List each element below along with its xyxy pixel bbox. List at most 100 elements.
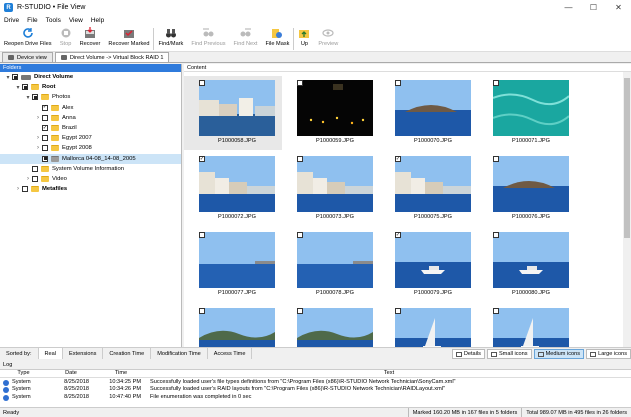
file-checkbox[interactable] bbox=[493, 308, 499, 314]
sort-modification-time-tab[interactable]: Modification Time bbox=[151, 348, 208, 359]
find-mark-button[interactable]: Find/Mark bbox=[154, 25, 187, 51]
folder-tree-item[interactable]: Mallorca 04-08_14-08_2005 bbox=[0, 153, 181, 164]
expander-chevron-icon[interactable]: › bbox=[34, 145, 42, 151]
expander-chevron-icon[interactable]: › bbox=[24, 176, 32, 182]
folder-tree-item[interactable]: System Volume Information bbox=[0, 164, 181, 174]
log-row[interactable]: System 8/25/2018 10:34:26 PM Successfull… bbox=[0, 386, 631, 394]
expander-chevron-icon[interactable]: ▾ bbox=[4, 74, 12, 81]
expander-chevron-icon[interactable]: ▾ bbox=[14, 84, 22, 91]
minimize-button[interactable]: — bbox=[556, 0, 581, 15]
maximize-button[interactable]: ☐ bbox=[581, 0, 606, 15]
folder-checkbox[interactable] bbox=[22, 186, 28, 193]
file-checkbox[interactable] bbox=[493, 156, 499, 162]
expander-chevron-icon[interactable]: ▾ bbox=[24, 94, 32, 101]
recover-button[interactable]: Recover bbox=[76, 25, 105, 51]
find-next-button[interactable]: Find Next bbox=[230, 25, 262, 51]
file-thumbnail[interactable]: ✓ P1000072.JPG bbox=[184, 152, 282, 226]
folder-checkbox[interactable] bbox=[12, 74, 18, 81]
expander-chevron-icon[interactable]: › bbox=[34, 115, 42, 121]
file-checkbox[interactable] bbox=[297, 308, 303, 314]
medium-icons-view-button[interactable]: Medium icons bbox=[533, 349, 585, 359]
file-checkbox[interactable] bbox=[297, 156, 303, 162]
folder-tree-item[interactable]: ✓ Alex bbox=[0, 103, 181, 113]
folder-tree-item[interactable]: › Egypt 2007 bbox=[0, 133, 181, 143]
folder-checkbox[interactable] bbox=[32, 94, 38, 101]
folder-tree-item[interactable]: ✓ Brazil bbox=[0, 123, 181, 133]
menu-drive[interactable]: Drive bbox=[4, 17, 19, 24]
menu-tools[interactable]: Tools bbox=[46, 17, 61, 24]
file-mask-button[interactable]: File Mask bbox=[261, 25, 293, 51]
folder-checkbox[interactable] bbox=[42, 135, 48, 142]
scroll-thumb[interactable] bbox=[624, 78, 630, 238]
file-thumbnail[interactable]: P1000073.JPG bbox=[282, 152, 380, 226]
file-thumbnail[interactable] bbox=[478, 304, 576, 347]
file-checkbox[interactable]: ✓ bbox=[199, 156, 205, 162]
file-thumbnail[interactable]: ✓ P1000079.JPG bbox=[380, 228, 478, 302]
menu-file[interactable]: File bbox=[27, 17, 37, 24]
reopen-drive-files-button[interactable]: Reopen Drive Files bbox=[0, 25, 56, 51]
expander-chevron-icon[interactable]: › bbox=[14, 186, 22, 192]
tab-direct-volume[interactable]: Direct Volume -> Virtual Block RAID 1 bbox=[54, 52, 170, 62]
file-checkbox[interactable] bbox=[199, 308, 205, 314]
file-thumbnail[interactable]: P1000080.JPG bbox=[478, 228, 576, 302]
tab-device-view[interactable]: Device view bbox=[2, 52, 53, 62]
folder-checkbox[interactable]: ✓ bbox=[42, 104, 48, 111]
file-thumbnail[interactable] bbox=[380, 304, 478, 347]
file-thumbnail[interactable]: P1000071.JPG bbox=[478, 76, 576, 150]
file-checkbox[interactable] bbox=[297, 80, 303, 86]
folder-checkbox[interactable] bbox=[42, 114, 48, 121]
log-column-text[interactable]: Text bbox=[147, 370, 631, 377]
folder-tree-item[interactable]: › Metafiles bbox=[0, 184, 181, 194]
log-row[interactable]: System 8/25/2018 10:34:25 PM Successfull… bbox=[0, 378, 631, 386]
file-thumbnail[interactable]: P1000070.JPG bbox=[380, 76, 478, 150]
folder-checkbox[interactable] bbox=[22, 84, 28, 91]
file-thumbnail[interactable]: P1000078.JPG bbox=[282, 228, 380, 302]
find-previous-button[interactable]: Find Previous bbox=[187, 25, 229, 51]
folder-checkbox[interactable]: ✓ bbox=[42, 125, 48, 132]
large-icons-view-button[interactable]: Large icons bbox=[586, 349, 631, 359]
file-thumbnail[interactable] bbox=[184, 304, 282, 347]
folder-tree-item[interactable]: › Video bbox=[0, 174, 181, 184]
folder-tree-item[interactable]: › Egypt 2008 bbox=[0, 143, 181, 153]
sort-extensions-tab[interactable]: Extensions bbox=[63, 348, 104, 359]
log-column-time[interactable]: Time bbox=[95, 370, 147, 377]
folder-checkbox[interactable] bbox=[42, 155, 48, 162]
log-row[interactable]: System 8/25/2018 10:47:40 PM File enumer… bbox=[0, 393, 631, 401]
file-thumbnail[interactable]: P1000077.JPG bbox=[184, 228, 282, 302]
file-checkbox[interactable] bbox=[297, 232, 303, 238]
small-icons-view-button[interactable]: Small icons bbox=[486, 349, 532, 359]
folder-checkbox[interactable] bbox=[32, 175, 38, 182]
folder-checkbox[interactable] bbox=[32, 165, 38, 172]
folder-tree-item[interactable]: › Anna bbox=[0, 113, 181, 123]
file-checkbox[interactable] bbox=[199, 80, 205, 86]
folder-tree-item[interactable]: ▾ Direct Volume bbox=[0, 72, 181, 82]
file-checkbox[interactable]: ✓ bbox=[395, 156, 401, 162]
file-thumbnail[interactable]: ✓ P1000075.JPG bbox=[380, 152, 478, 226]
file-thumbnail[interactable]: P1000058.JPG bbox=[184, 76, 282, 150]
stop-button[interactable]: Stop bbox=[56, 25, 76, 51]
file-checkbox[interactable] bbox=[395, 80, 401, 86]
folder-checkbox[interactable] bbox=[42, 145, 48, 152]
file-thumbnail[interactable] bbox=[282, 304, 380, 347]
file-checkbox[interactable] bbox=[493, 232, 499, 238]
sort-access-time-tab[interactable]: Access Time bbox=[208, 348, 253, 359]
file-checkbox[interactable] bbox=[199, 232, 205, 238]
menu-view[interactable]: View bbox=[69, 17, 83, 24]
sort-creation-time-tab[interactable]: Creation Time bbox=[103, 348, 152, 359]
menu-help[interactable]: Help bbox=[91, 17, 104, 24]
sort-real-tab[interactable]: Real bbox=[38, 348, 64, 359]
file-checkbox[interactable]: ✓ bbox=[395, 232, 401, 238]
file-thumbnail[interactable]: P1000059.JPG bbox=[282, 76, 380, 150]
log-column-type[interactable]: Type bbox=[0, 370, 47, 377]
folder-tree-item[interactable]: ▾ Root bbox=[0, 82, 181, 92]
recover-marked-button[interactable]: Recover Marked bbox=[104, 25, 153, 51]
expander-chevron-icon[interactable]: › bbox=[34, 135, 42, 141]
details-view-button[interactable]: Details bbox=[451, 349, 485, 359]
file-checkbox[interactable] bbox=[493, 80, 499, 86]
file-checkbox[interactable] bbox=[395, 308, 401, 314]
file-thumbnail[interactable]: P1000076.JPG bbox=[478, 152, 576, 226]
close-button[interactable]: ✕ bbox=[606, 0, 631, 15]
content-scrollbar[interactable] bbox=[623, 72, 631, 347]
log-column-date[interactable]: Date bbox=[47, 370, 95, 377]
preview-button[interactable]: Preview bbox=[314, 25, 342, 51]
